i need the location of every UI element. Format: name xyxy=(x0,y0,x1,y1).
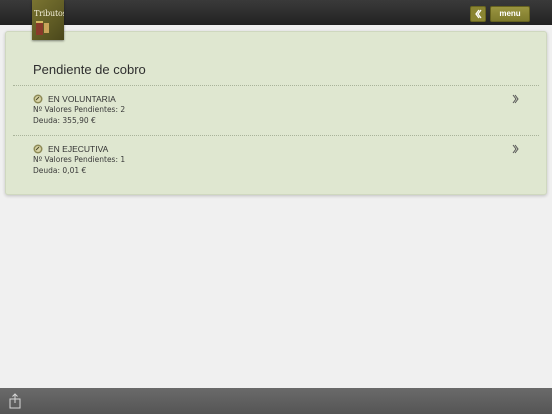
list-item-title: EN EJECUTIVA xyxy=(48,144,109,154)
logo-emblem-detail xyxy=(44,23,49,33)
logo-emblem xyxy=(36,21,43,35)
list-item-title: EN VOLUNTARIA xyxy=(48,94,116,104)
list-item-ejecutiva[interactable]: EN EJECUTIVA Nº Valores Pendientes: 1 De… xyxy=(13,136,539,184)
coin-icon xyxy=(33,94,43,104)
debt-text: Deuda: 355,90 € xyxy=(33,116,96,125)
back-button[interactable] xyxy=(470,6,486,22)
logo-text: Tributos xyxy=(34,9,64,18)
pending-values-text: Nº Valores Pendientes: 2 xyxy=(33,105,126,114)
list-item-voluntaria[interactable]: EN VOLUNTARIA Nº Valores Pendientes: 2 D… xyxy=(13,86,539,134)
menu-button[interactable]: menu xyxy=(490,6,530,22)
share-icon[interactable] xyxy=(8,393,22,409)
pending-values-text: Nº Valores Pendientes: 1 xyxy=(33,155,126,164)
list-item-header: EN EJECUTIVA xyxy=(33,144,108,154)
debt-text: Deuda: 0,01 € xyxy=(33,166,87,175)
coin-icon xyxy=(33,144,43,154)
pending-collection-panel: Pendiente de cobro EN VOLUNTARIA Nº Valo… xyxy=(5,31,547,195)
chevron-right-icon xyxy=(512,144,519,154)
panel-title: Pendiente de cobro xyxy=(33,62,146,77)
bottom-toolbar xyxy=(0,388,552,414)
chevron-right-icon xyxy=(512,94,519,104)
app-logo: Tributos xyxy=(32,0,64,40)
list-item-header: EN VOLUNTARIA xyxy=(33,94,116,104)
chevron-left-icon xyxy=(475,9,482,19)
